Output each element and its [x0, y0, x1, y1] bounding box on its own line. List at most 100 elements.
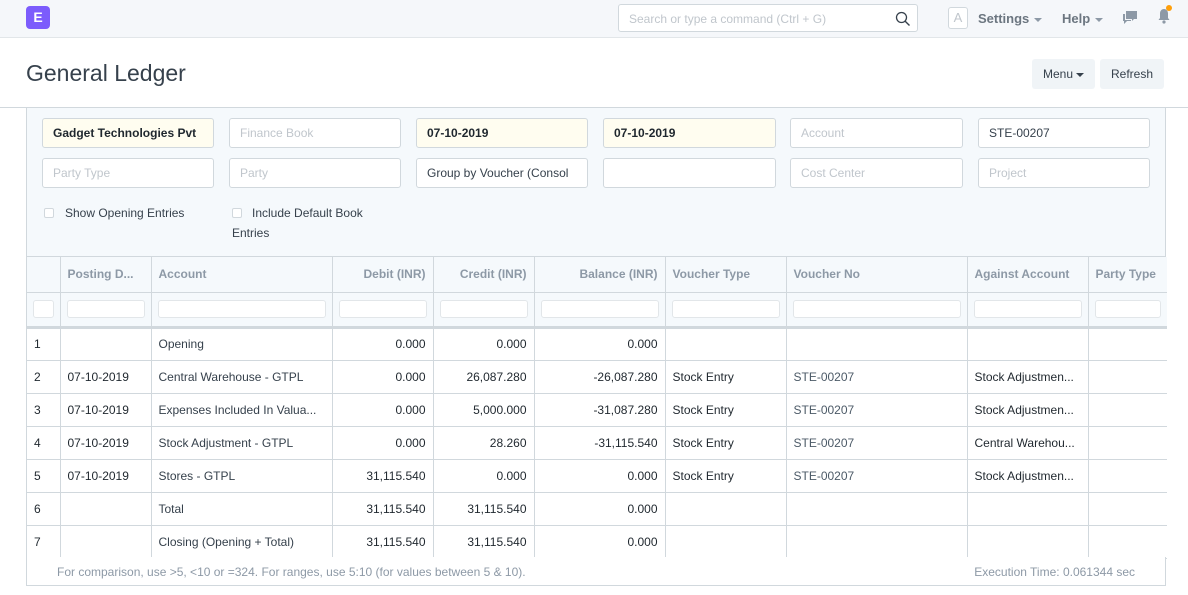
- cell-credit: 31,115.540: [433, 525, 535, 559]
- chevron-down-icon: [1034, 17, 1043, 22]
- cell-account[interactable]: Closing (Opening + Total): [151, 525, 333, 559]
- cell-account[interactable]: Stock Adjustment - GTPL: [151, 426, 333, 460]
- filter-account[interactable]: [157, 300, 326, 318]
- blank-filter-field[interactable]: [603, 158, 776, 188]
- search-input[interactable]: Search or type a command (Ctrl + G): [618, 4, 918, 32]
- col-header-voucher-type[interactable]: Voucher Type: [665, 257, 787, 293]
- col-header-posting-date[interactable]: Posting D...: [60, 257, 152, 293]
- filter-section: Gadget Technologies Pvt Finance Book 07-…: [26, 108, 1166, 256]
- filter-debit[interactable]: [338, 300, 427, 318]
- cell-against-account[interactable]: Central Warehou...: [967, 426, 1089, 460]
- cell-debit: 0.000: [332, 393, 434, 427]
- col-header-party-type[interactable]: Party Type: [1088, 257, 1167, 293]
- cell-against-account[interactable]: [967, 525, 1089, 559]
- cell-voucher-no[interactable]: STE-00207: [786, 360, 968, 394]
- filter-balance[interactable]: [540, 300, 659, 318]
- search-icon[interactable]: [895, 11, 911, 27]
- party-field[interactable]: Party: [229, 158, 401, 188]
- page-title: General Ledger: [26, 60, 186, 86]
- cell-voucher-type: Stock Entry: [665, 393, 787, 427]
- include-default-book-checkbox[interactable]: [232, 208, 242, 218]
- col-header-debit[interactable]: Debit (INR): [332, 257, 434, 293]
- settings-dropdown[interactable]: Settings: [978, 11, 1043, 26]
- col-header-account[interactable]: Account: [151, 257, 333, 293]
- cell-voucher-no[interactable]: STE-00207: [786, 393, 968, 427]
- cell-voucher-type: Stock Entry: [665, 360, 787, 394]
- cell-voucher-type: Stock Entry: [665, 459, 787, 493]
- filter-credit[interactable]: [439, 300, 528, 318]
- cell-party-type: [1088, 492, 1167, 526]
- table-row[interactable]: 5 07-10-2019 Stores - GTPL 31,115.540 0.000 0…: [27, 459, 1167, 493]
- cell-against-account[interactable]: [967, 492, 1089, 526]
- account-field[interactable]: Account: [790, 118, 963, 148]
- cell-party-type: [1088, 393, 1167, 427]
- cell-voucher-no[interactable]: STE-00207: [786, 459, 968, 493]
- cell-account[interactable]: Total: [151, 492, 333, 526]
- cell-voucher-no[interactable]: STE-00207: [786, 426, 968, 460]
- cell-voucher-no[interactable]: [786, 492, 968, 526]
- col-header-credit[interactable]: Credit (INR): [433, 257, 535, 293]
- cell-account[interactable]: Central Warehouse - GTPL: [151, 360, 333, 394]
- cell-voucher-type: [665, 327, 787, 361]
- table-row[interactable]: 1 Opening 0.000 0.000 0.000: [27, 327, 1167, 361]
- cell-balance: 0.000: [534, 459, 666, 493]
- column-filter-row: [27, 292, 1167, 329]
- cell-credit: 0.000: [433, 459, 535, 493]
- col-header-voucher-no[interactable]: Voucher No: [786, 257, 968, 293]
- filter-party-type[interactable]: [1094, 300, 1161, 318]
- table-row[interactable]: 3 07-10-2019 Expenses Included In Valua...…: [27, 393, 1167, 427]
- group-by-select[interactable]: Group by Voucher (Consol: [416, 158, 588, 188]
- col-header-balance[interactable]: Balance (INR): [534, 257, 666, 293]
- cell-against-account[interactable]: Stock Adjustmen...: [967, 360, 1089, 394]
- table-row[interactable]: 6 Total 31,115.540 31,115.540 0.000: [27, 492, 1167, 526]
- cell-account[interactable]: Expenses Included In Valua...: [151, 393, 333, 427]
- cell-row-index: 6: [27, 492, 61, 526]
- cell-debit: 0.000: [332, 360, 434, 394]
- cell-voucher-no[interactable]: [786, 327, 968, 361]
- filter-posting-date[interactable]: [66, 300, 145, 318]
- cell-posting-date: [60, 525, 152, 559]
- chat-icon[interactable]: [1122, 10, 1138, 24]
- avatar[interactable]: A: [948, 7, 968, 29]
- cell-row-index: 7: [27, 525, 61, 559]
- to-date-field[interactable]: 07-10-2019: [603, 118, 776, 148]
- refresh-button[interactable]: Refresh: [1100, 59, 1165, 89]
- filter-voucher-type[interactable]: [671, 300, 780, 318]
- cell-against-account[interactable]: Stock Adjustmen...: [967, 393, 1089, 427]
- menu-button[interactable]: Menu: [1032, 59, 1096, 89]
- project-field[interactable]: Project: [978, 158, 1150, 188]
- col-header-against-account[interactable]: Against Account: [967, 257, 1089, 293]
- notification-dot: [1166, 5, 1172, 11]
- filter-against-account[interactable]: [973, 300, 1082, 318]
- company-field[interactable]: Gadget Technologies Pvt: [42, 118, 214, 148]
- cell-account[interactable]: Opening: [151, 327, 333, 361]
- row-select-checkbox[interactable]: [33, 300, 54, 318]
- cell-posting-date: [60, 327, 152, 361]
- include-default-book-label-cont: Entries: [232, 226, 270, 240]
- cell-posting-date: [60, 492, 152, 526]
- party-type-field[interactable]: Party Type: [42, 158, 214, 188]
- filter-voucher-no[interactable]: [792, 300, 961, 318]
- cell-account[interactable]: Stores - GTPL: [151, 459, 333, 493]
- cell-debit: 0.000: [332, 327, 434, 361]
- cell-row-index: 5: [27, 459, 61, 493]
- cell-party-type: [1088, 360, 1167, 394]
- cell-against-account[interactable]: [967, 327, 1089, 361]
- from-date-field[interactable]: 07-10-2019: [416, 118, 588, 148]
- table-row[interactable]: 4 07-10-2019 Stock Adjustment - GTPL 0.000 2…: [27, 426, 1167, 460]
- cost-center-field[interactable]: Cost Center: [790, 158, 963, 188]
- cell-voucher-no[interactable]: [786, 525, 968, 559]
- cell-against-account[interactable]: Stock Adjustmen...: [967, 459, 1089, 493]
- cell-voucher-type: [665, 525, 787, 559]
- table-row[interactable]: 2 07-10-2019 Central Warehouse - GTPL 0.000…: [27, 360, 1167, 394]
- voucher-no-field[interactable]: STE-00207: [978, 118, 1150, 148]
- show-opening-entries-checkbox[interactable]: [44, 208, 54, 218]
- finance-book-field[interactable]: Finance Book: [229, 118, 401, 148]
- cell-party-type: [1088, 459, 1167, 493]
- table-header-row: Posting D... Account Debit (INR) Credit …: [27, 257, 1167, 293]
- cell-credit: 28.260: [433, 426, 535, 460]
- help-dropdown[interactable]: Help: [1062, 11, 1104, 26]
- table-row[interactable]: 7 Closing (Opening + Total) 31,115.540 31,1…: [27, 525, 1167, 559]
- app-logo[interactable]: E: [26, 6, 50, 29]
- col-header-index: [27, 257, 61, 293]
